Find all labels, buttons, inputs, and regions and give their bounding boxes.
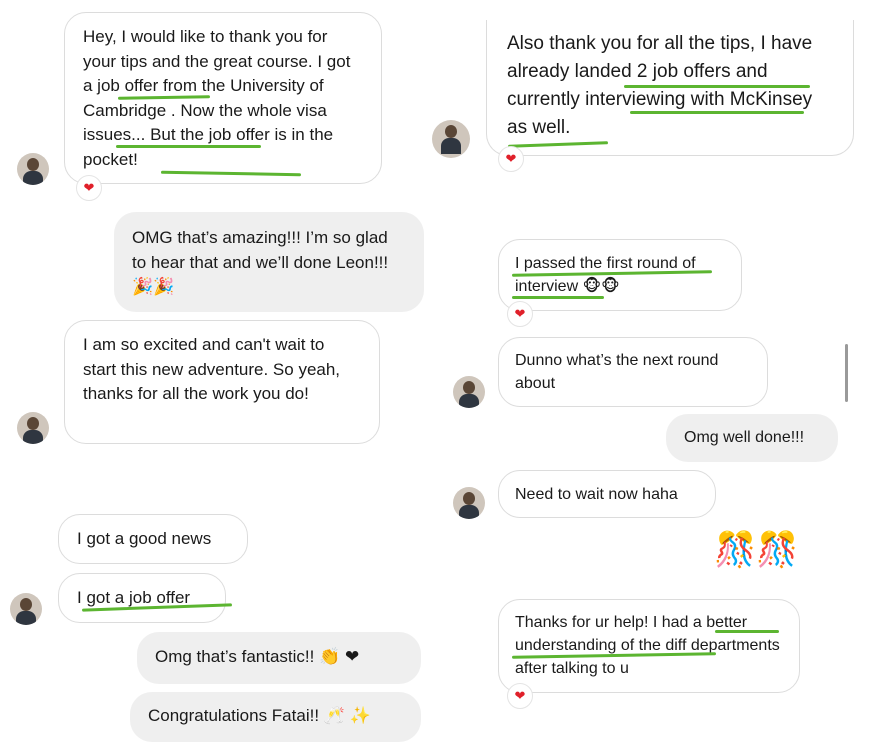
- message-bubble-received[interactable]: Thanks for ur help! I had a better under…: [498, 599, 800, 693]
- heart-reaction-icon[interactable]: ❤: [498, 146, 524, 172]
- highlight-underline: [116, 145, 261, 148]
- message-bubble-received[interactable]: Hey, I would like to thank you for your …: [64, 12, 382, 184]
- message-bubble-received[interactable]: I got a job offer: [58, 573, 226, 623]
- highlight-underline: [715, 630, 779, 633]
- message-bubble-sent[interactable]: OMG that’s amazing!!! I’m so glad to hea…: [114, 212, 424, 312]
- message-text: I got a good news: [77, 529, 212, 548]
- heart-reaction-icon[interactable]: ❤: [76, 175, 102, 201]
- message-text: Omg well done!!!: [684, 429, 805, 446]
- message-text: Omg that’s fantastic!! 👏 ❤: [155, 647, 360, 666]
- highlight-underline: [624, 85, 810, 88]
- highlight-underline: [512, 296, 604, 299]
- message-text: OMG that’s amazing!!! I’m so glad to hea…: [132, 228, 389, 296]
- avatar[interactable]: [10, 593, 42, 625]
- scrollbar[interactable]: [845, 344, 848, 402]
- avatar[interactable]: [17, 412, 49, 444]
- message-bubble-sent[interactable]: Congratulations Fatai!! 🥂 ✨: [130, 692, 421, 742]
- message-text: Congratulations Fatai!! 🥂 ✨: [148, 706, 371, 725]
- message-bubble-received[interactable]: Need to wait now haha: [498, 470, 716, 518]
- heart-reaction-icon[interactable]: ❤: [507, 683, 533, 709]
- message-text: Need to wait now haha: [515, 486, 678, 503]
- heart-reaction-icon[interactable]: ❤: [507, 301, 533, 327]
- avatar[interactable]: [453, 376, 485, 408]
- avatar[interactable]: [17, 153, 49, 185]
- message-bubble-received[interactable]: Also thank you for all the tips, I have …: [486, 20, 854, 156]
- message-text: Thanks for ur help! I had a better under…: [515, 614, 780, 677]
- message-bubble-received[interactable]: Dunno what’s the next round about: [498, 337, 768, 407]
- message-bubble-received[interactable]: I am so excited and can't wait to start …: [64, 320, 380, 444]
- confetti-sticker-icon: 🎊🎊: [714, 530, 799, 570]
- highlight-underline: [630, 111, 804, 114]
- avatar[interactable]: [453, 487, 485, 519]
- message-text: I am so excited and can't wait to start …: [83, 335, 341, 403]
- avatar[interactable]: [432, 120, 470, 158]
- message-bubble-sent[interactable]: Omg well done!!!: [666, 414, 838, 462]
- message-text: Dunno what’s the next round about: [515, 352, 719, 392]
- message-text: I got a job offer: [77, 588, 191, 607]
- message-bubble-sent[interactable]: Omg that’s fantastic!! 👏 ❤: [137, 632, 421, 684]
- message-bubble-received[interactable]: I got a good news: [58, 514, 248, 564]
